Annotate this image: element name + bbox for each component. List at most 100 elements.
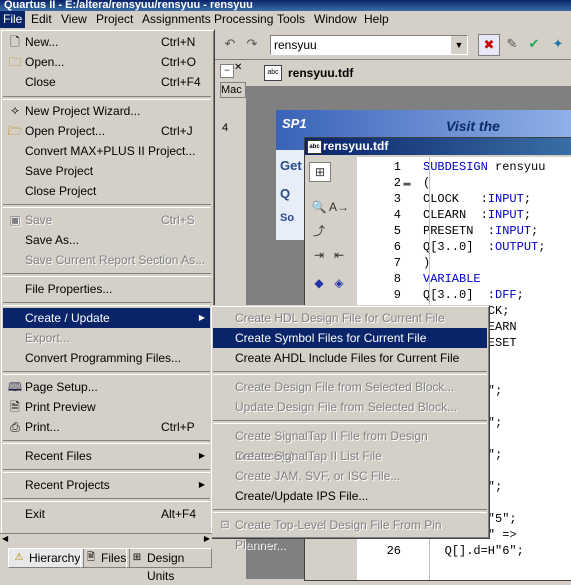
menu-item-file-properties[interactable]: File Properties...	[3, 279, 211, 299]
code-line[interactable]: 7)	[357, 255, 430, 271]
code-text: CLEARN :INPUT;	[423, 208, 532, 222]
submenu-arrow-icon: ▶	[198, 313, 205, 322]
editor-title-bar[interactable]: abc rensyuu.tdf	[305, 138, 571, 155]
submenu-item-create-signaltap-list[interactable]: Create SignalTap II List File	[213, 446, 487, 466]
menu-item-label: Convert MAX+PLUS II Project...	[25, 144, 196, 158]
line-number: 5	[393, 224, 401, 238]
menu-item-label: Close Project	[25, 184, 97, 198]
menu-item-label: Open Project...	[25, 124, 106, 138]
menu-item-close[interactable]: Close Ctrl+F4	[3, 72, 211, 92]
menu-processing[interactable]: Processing	[211, 11, 276, 28]
menu-item-save[interactable]: ▣ Save Ctrl+S	[3, 210, 211, 230]
menu-edit[interactable]: Edit	[28, 11, 55, 28]
menu-item-convert-maxplus[interactable]: Convert MAX+PLUS II Project...	[3, 141, 211, 161]
menu-separator	[3, 371, 211, 375]
collapse-icon[interactable]: −	[220, 64, 234, 78]
menu-help[interactable]: Help	[361, 11, 392, 28]
menu-file[interactable]: File	[0, 11, 26, 28]
pencil-icon[interactable]: ✎	[502, 34, 522, 54]
submenu-item-label: Create AHDL Include Files for Current Fi…	[235, 351, 460, 365]
printer-icon: ⎙	[10, 420, 20, 434]
menu-tools[interactable]: Tools	[274, 11, 308, 28]
code-line[interactable]: 1 SUBDESIGN rensyuu	[357, 159, 546, 175]
code-line[interactable]: 2 ▬ (	[357, 175, 430, 191]
undo-icon[interactable]: ↶	[220, 34, 240, 54]
insert-template-icon[interactable]: ⊞	[309, 162, 331, 182]
submenu-item-update-design-from-block[interactable]: Update Design File from Selected Block..…	[213, 397, 487, 417]
menu-item-shortcut: Ctrl+F4	[161, 75, 201, 89]
scroll-right-icon[interactable]: ▶	[204, 534, 210, 543]
menu-item-open-project[interactable]: 🗁 Open Project... Ctrl+J	[3, 121, 211, 141]
replace-icon[interactable]: A→	[329, 198, 349, 216]
tab-hierarchy[interactable]: ⚠ Hierarchy	[8, 548, 85, 568]
submenu-item-create-signaltap-from-instance[interactable]: Create SignalTap II File from Design Ins…	[213, 426, 487, 463]
scroll-left-icon[interactable]: ◀	[2, 534, 8, 543]
chevron-down-icon[interactable]: ▼	[450, 36, 467, 54]
code-line[interactable]: 3 CLOCK :INPUT;	[357, 191, 531, 207]
bookmark-icon[interactable]: ◆	[309, 274, 329, 292]
goto-icon[interactable]: ⤴	[309, 222, 329, 240]
code-text: (	[423, 176, 431, 190]
line-number: 7	[393, 256, 401, 270]
next-bookmark-icon[interactable]: ◈	[329, 274, 349, 292]
menu-item-recent-files[interactable]: Recent Files ▶	[3, 446, 211, 466]
menu-item-create-update[interactable]: Create / Update ▶	[3, 308, 211, 328]
submenu-item-label: Create/Update IPS File...	[235, 489, 369, 503]
cell-value: 4	[222, 122, 229, 134]
menu-item-close-project[interactable]: Close Project	[3, 181, 211, 201]
redo-icon[interactable]: ↷	[242, 34, 262, 54]
menu-item-convert-programming-files[interactable]: Convert Programming Files...	[3, 348, 211, 368]
submenu-item-label: Create JAM, SVF, or ISC File...	[235, 469, 401, 483]
stop-icon[interactable]: ✖	[478, 34, 500, 56]
compile-check-icon[interactable]: ✔	[524, 34, 544, 54]
menu-item-recent-projects[interactable]: Recent Projects ▶	[3, 475, 211, 495]
menu-item-label: Save As...	[25, 233, 80, 247]
line-number: 8	[393, 272, 401, 286]
close-icon[interactable]: ✕	[234, 62, 242, 73]
menu-item-save-report-section[interactable]: Save Current Report Section As...	[3, 250, 211, 270]
find-icon[interactable]: 🔍	[309, 198, 329, 216]
menu-item-save-project[interactable]: Save Project	[3, 161, 211, 181]
tab-files[interactable]: 🗎 Files	[80, 548, 131, 568]
submenu-item-create-design-from-block[interactable]: Create Design File from Selected Block..…	[213, 377, 487, 397]
menu-item-label: Print Preview	[25, 400, 96, 414]
code-line[interactable]: 8 VARIABLE	[357, 271, 481, 287]
line-number: 1	[393, 160, 401, 174]
submenu-item-create-jam-svf-isc[interactable]: Create JAM, SVF, or ISC File...	[213, 466, 487, 486]
code-line[interactable]: 5 PRESETN :INPUT;	[357, 223, 538, 239]
tab-design-units[interactable]: ⊞ Design Units	[126, 548, 212, 583]
menu-separator	[3, 273, 211, 277]
menu-view[interactable]: View	[58, 11, 90, 28]
menu-item-new-project-wizard[interactable]: ✧ New Project Wizard...	[3, 101, 211, 121]
code-line[interactable]: 9 Q[3..0] :DFF;	[357, 287, 524, 303]
menu-item-label: Save	[25, 213, 53, 227]
menu-item-label: Convert Programming Files...	[25, 351, 182, 365]
unindent-icon[interactable]: ⇤	[329, 246, 349, 264]
submenu-item-create-update-ips[interactable]: Create/Update IPS File...	[213, 486, 487, 506]
menu-item-print-preview[interactable]: 🗎 Print Preview	[3, 397, 211, 417]
line-number: 4	[393, 208, 401, 222]
menu-item-save-as[interactable]: Save As...	[3, 230, 211, 250]
indent-icon[interactable]: ⇥	[309, 246, 329, 264]
menu-item-new[interactable]: 🗋 New... Ctrl+N	[3, 32, 211, 52]
menu-item-export[interactable]: Export...	[3, 328, 211, 348]
programmer-icon[interactable]: ✦	[548, 34, 568, 54]
line-number: 9	[393, 288, 401, 302]
menu-item-open[interactable]: 🗀 Open... Ctrl+O	[3, 52, 211, 72]
code-line[interactable]: 4 CLEARN :INPUT;	[357, 207, 531, 223]
submenu-item-create-top-level-from-pin-planner[interactable]: ⊡ Create Top-Level Design File From Pin …	[213, 515, 487, 552]
submenu-item-create-symbol-files[interactable]: Create Symbol Files for Current File	[213, 328, 487, 348]
menu-assignments[interactable]: Assignments	[139, 11, 214, 28]
code-line[interactable]: 6 Q[3..0] :OUTPUT;	[357, 239, 546, 255]
document-tab[interactable]: abc rensyuu.tdf	[246, 60, 571, 87]
column-header[interactable]: Mac	[220, 82, 246, 98]
submenu-item-create-ahdl-include[interactable]: Create AHDL Include Files for Current Fi…	[213, 348, 487, 368]
menu-item-page-setup[interactable]: 🕮 Page Setup...	[3, 377, 211, 397]
menu-project[interactable]: Project	[93, 11, 136, 28]
project-combo[interactable]: rensyuu ▼	[270, 35, 468, 55]
menu-window[interactable]: Window	[311, 11, 360, 28]
menu-item-exit[interactable]: Exit Alt+F4	[3, 504, 211, 524]
submenu-item-create-hdl[interactable]: Create HDL Design File for Current File	[213, 308, 487, 328]
menu-item-print[interactable]: ⎙ Print... Ctrl+P	[3, 417, 211, 437]
menu-separator	[3, 469, 211, 473]
